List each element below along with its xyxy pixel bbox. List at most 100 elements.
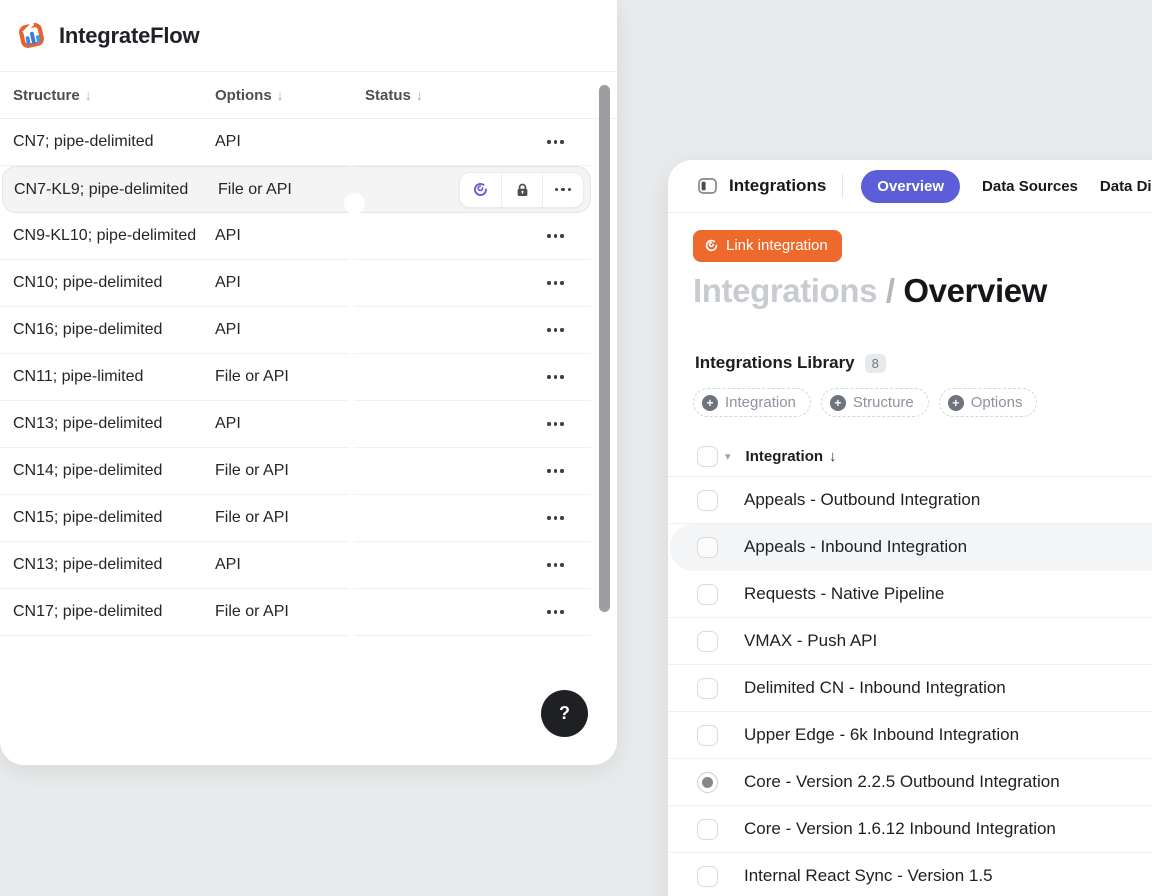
list-item[interactable]: Requests - Native Pipeline: [668, 571, 1152, 618]
dot: [554, 375, 557, 378]
table-row[interactable]: CN17; pipe-delimitedFile or API: [0, 589, 591, 636]
table-row[interactable]: CN13; pipe-delimitedAPI: [0, 542, 591, 589]
structure-cell: CN11; pipe-limited: [0, 368, 215, 386]
table-row[interactable]: CN10; pipe-delimitedAPI: [0, 260, 591, 307]
structure-cell: CN9-KL10; pipe-delimited: [0, 227, 215, 245]
row-checkbox[interactable]: [697, 631, 718, 652]
column-header-options[interactable]: Options↓: [215, 87, 365, 104]
table-row[interactable]: CN7; pipe-delimitedAPI: [0, 119, 591, 166]
column-header-status[interactable]: Status↓: [365, 87, 520, 104]
table-row[interactable]: CN15; pipe-delimitedFile or API: [0, 495, 591, 542]
toggle-knob: [341, 380, 362, 401]
dot: [560, 422, 563, 425]
chip-label: Integration: [725, 394, 796, 411]
page-breadcrumb: Integrations / Overview: [693, 272, 1152, 310]
toggle-knob: [341, 239, 362, 260]
dot: [547, 234, 550, 237]
list-item[interactable]: Upper Edge - 6k Inbound Integration: [668, 712, 1152, 759]
dot: [547, 140, 550, 143]
row-checkbox[interactable]: [697, 537, 718, 558]
more-options-icon[interactable]: [541, 557, 569, 572]
tab-overview[interactable]: Overview: [861, 170, 960, 203]
sort-desc-icon: ↓: [416, 87, 423, 103]
more-options-icon[interactable]: [549, 182, 577, 197]
integration-name: VMAX - Push API: [744, 631, 877, 651]
integration-name: Appeals - Outbound Integration: [744, 490, 980, 510]
table-row[interactable]: CN13; pipe-delimitedAPI: [0, 401, 591, 448]
more-options-icon[interactable]: [541, 604, 569, 619]
dot: [547, 469, 550, 472]
list-item[interactable]: VMAX - Push API: [668, 618, 1152, 665]
more-options-icon[interactable]: [541, 369, 569, 384]
integration-name: Core - Version 2.2.5 Outbound Integratio…: [744, 772, 1060, 792]
list-item[interactable]: Internal React Sync - Version 1.5: [668, 853, 1152, 896]
chip-label: Structure: [853, 394, 914, 411]
list-item[interactable]: Delimited CN - Inbound Integration: [668, 665, 1152, 712]
breadcrumb-section: Integrations: [693, 272, 877, 309]
scrollbar-thumb[interactable]: [599, 85, 610, 612]
sort-desc-icon[interactable]: ↓: [829, 448, 837, 465]
integration-column-label[interactable]: Integration: [746, 448, 824, 465]
row-checkbox[interactable]: [697, 678, 718, 699]
table-row[interactable]: CN11; pipe-limitedFile or API: [0, 354, 591, 401]
structure-cell: CN7; pipe-delimited: [0, 133, 215, 151]
more-options-icon[interactable]: [541, 134, 569, 149]
more-options-button[interactable]: [542, 173, 583, 207]
list-item[interactable]: Core - Version 1.6.12 Inbound Integratio…: [668, 806, 1152, 853]
toggle-knob: [341, 145, 362, 166]
more-options-icon[interactable]: [541, 275, 569, 290]
list-item[interactable]: Appeals - Outbound Integration: [668, 477, 1152, 524]
more-options-icon[interactable]: [541, 510, 569, 525]
sort-desc-icon: ↓: [85, 87, 92, 103]
more-options-icon[interactable]: [541, 322, 569, 337]
help-button[interactable]: ?: [541, 690, 588, 737]
lock-action-button[interactable]: [501, 173, 542, 207]
structure-cell: CN13; pipe-delimited: [0, 415, 215, 433]
toggle-knob: [341, 521, 362, 542]
row-checkbox[interactable]: [697, 584, 718, 605]
add-filter-chip-integration[interactable]: +Integration: [693, 388, 811, 417]
table-header: Structure↓Options↓Status↓: [0, 72, 617, 119]
dot: [554, 281, 557, 284]
breadcrumb-separator: /: [877, 272, 903, 309]
more-options-icon[interactable]: [541, 463, 569, 478]
integration-name: Core - Version 1.6.12 Inbound Integratio…: [744, 819, 1056, 839]
dot: [560, 328, 563, 331]
select-all-checkbox[interactable]: [697, 446, 718, 467]
row-radio[interactable]: [697, 772, 718, 793]
sync-action-button[interactable]: [460, 173, 501, 207]
integrations-panel: Integrations Overview Data Sources Data Di…: [668, 160, 1152, 896]
row-checkbox[interactable]: [697, 819, 718, 840]
table-row[interactable]: CN7-KL9; pipe-delimitedFile or API: [2, 166, 591, 213]
add-filter-chip-structure[interactable]: +Structure: [821, 388, 929, 417]
dot: [555, 188, 558, 191]
sort-desc-icon: ↓: [277, 87, 284, 103]
row-checkbox[interactable]: [697, 490, 718, 511]
table-row[interactable]: CN9-KL10; pipe-delimitedAPI: [0, 213, 591, 260]
integration-name: Internal React Sync - Version 1.5: [744, 866, 993, 886]
dot: [547, 281, 550, 284]
table-row[interactable]: CN14; pipe-delimitedFile or API: [0, 448, 591, 495]
list-item[interactable]: Core - Version 2.2.5 Outbound Integratio…: [668, 759, 1152, 806]
plus-icon: +: [948, 395, 964, 411]
breadcrumb-page: Overview: [903, 272, 1047, 309]
dot: [554, 328, 557, 331]
select-menu-caret-icon[interactable]: ▾: [725, 450, 731, 463]
panel-toggle-icon[interactable]: [698, 178, 717, 194]
more-options-icon[interactable]: [541, 416, 569, 431]
row-checkbox[interactable]: [697, 866, 718, 887]
row-checkbox[interactable]: [697, 725, 718, 746]
structure-cell: CN17; pipe-delimited: [0, 603, 215, 621]
dot: [554, 516, 557, 519]
link-integration-button[interactable]: Link integration: [693, 230, 842, 262]
tab-data-dictionary[interactable]: Data Dictionary: [1100, 178, 1152, 195]
column-header-structure[interactable]: Structure↓: [0, 87, 215, 104]
header-divider: [842, 174, 843, 198]
add-filter-chip-options[interactable]: +Options: [939, 388, 1038, 417]
table-row[interactable]: CN16; pipe-delimitedAPI: [0, 307, 591, 354]
toggle-knob: [341, 286, 362, 307]
structure-cell: CN13; pipe-delimited: [0, 556, 215, 574]
tab-data-sources[interactable]: Data Sources: [982, 178, 1078, 195]
more-options-icon[interactable]: [541, 228, 569, 243]
list-item[interactable]: Appeals - Inbound Integration: [670, 524, 1152, 571]
